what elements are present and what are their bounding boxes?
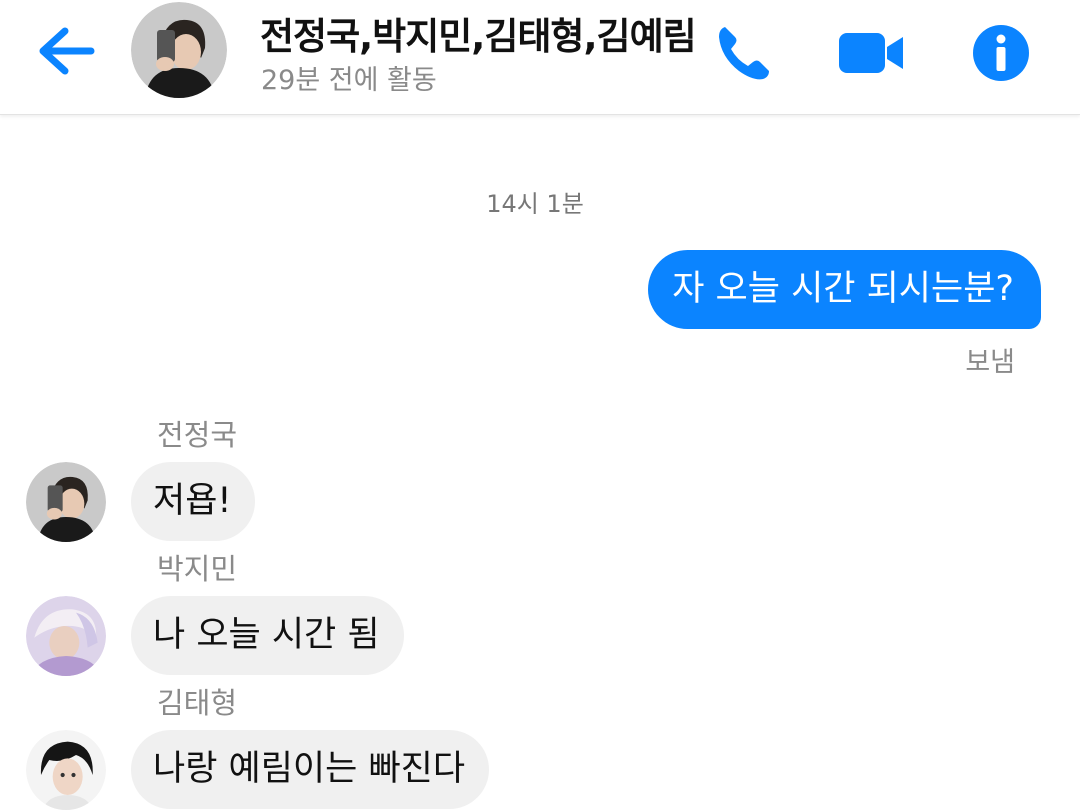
phone-icon — [719, 27, 769, 80]
call-button[interactable] — [708, 18, 778, 88]
incoming-message-bubble[interactable]: 나 오늘 시간 됨 — [131, 596, 404, 675]
incoming-message-bubble[interactable]: 나랑 예림이는 빠진다 — [131, 730, 490, 809]
outgoing-message-bubble[interactable]: 자 오늘 시간 되시는분? — [648, 250, 1041, 329]
message-timestamp: 14시 1분 — [486, 190, 584, 218]
arrow-left-icon — [39, 27, 95, 75]
activity-status: 29분 전에 활동 — [261, 65, 437, 96]
chat-header: 전정국,박지민,김태형,김예림 29분 전에 활동 — [0, 0, 1080, 115]
avatar[interactable] — [26, 462, 106, 542]
chat-screen: 전정국,박지민,김태형,김예림 29분 전에 활동 14시 1분 자 오늘 시간… — [0, 0, 1080, 810]
group-avatar[interactable] — [131, 2, 227, 98]
video-call-button[interactable] — [836, 18, 906, 88]
info-icon — [973, 25, 1029, 81]
info-button[interactable] — [966, 18, 1036, 88]
back-button[interactable] — [30, 16, 100, 86]
incoming-message-bubble[interactable]: 저욥! — [131, 462, 256, 541]
avatar[interactable] — [26, 730, 106, 810]
sender-name: 전정국 — [157, 418, 238, 452]
sender-name: 김태형 — [157, 686, 238, 720]
video-camera-icon — [839, 33, 903, 73]
sender-name: 박지민 — [157, 552, 238, 586]
avatar[interactable] — [26, 596, 106, 676]
chat-title[interactable]: 전정국,박지민,김태형,김예림 — [260, 6, 720, 60]
sent-status: 보냄 — [965, 347, 1015, 378]
